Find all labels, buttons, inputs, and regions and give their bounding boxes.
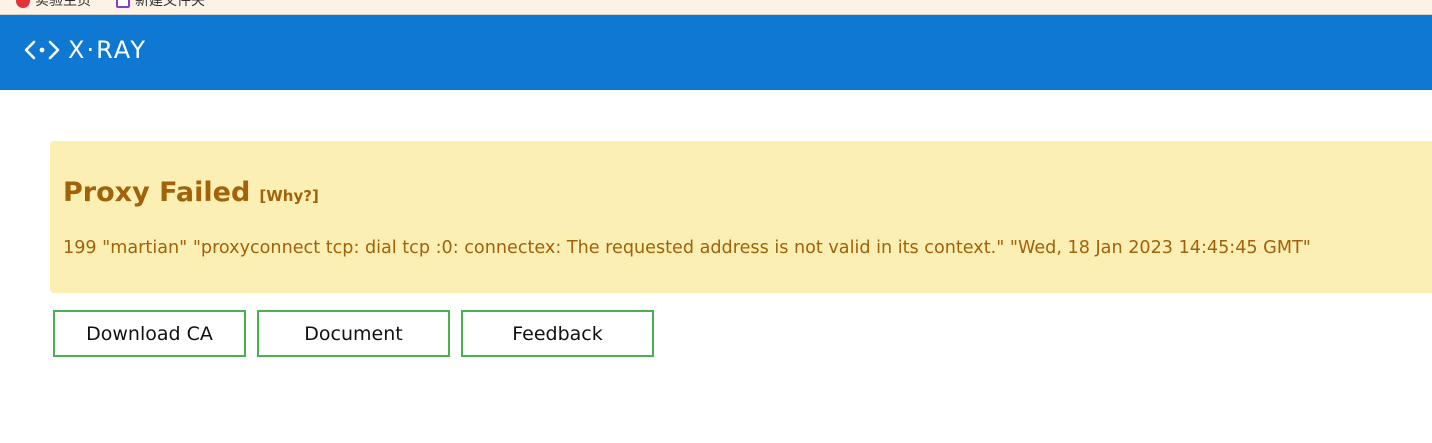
action-buttons: Download CA Document Feedback bbox=[53, 310, 654, 357]
bookmark-item-2[interactable]: 新建文件夹 bbox=[116, 0, 205, 10]
feedback-button[interactable]: Feedback bbox=[461, 310, 654, 357]
purple-folder-icon bbox=[116, 0, 130, 8]
bookmark-label-1: 实验主页 bbox=[35, 0, 91, 9]
alert-message: 199 "martian" "proxyconnect tcp: dial tc… bbox=[63, 238, 1311, 258]
bookmarks-bar: 实验主页 新建文件夹 bbox=[0, 0, 1432, 15]
xray-logo[interactable]: X·RAY bbox=[24, 35, 147, 65]
why-link[interactable]: [Why?] bbox=[259, 187, 318, 205]
red-circle-icon bbox=[16, 0, 30, 8]
code-brackets-icon bbox=[24, 40, 60, 60]
bookmark-label-2: 新建文件夹 bbox=[135, 0, 205, 9]
logo-text: X·RAY bbox=[68, 36, 147, 64]
alert-title-row: Proxy Failed [Why?] bbox=[63, 177, 319, 208]
download-ca-button[interactable]: Download CA bbox=[53, 310, 246, 357]
document-button[interactable]: Document bbox=[257, 310, 450, 357]
alert-title: Proxy Failed bbox=[63, 177, 251, 208]
proxy-error-alert: Proxy Failed [Why?] 199 "martian" "proxy… bbox=[50, 141, 1432, 293]
app-header: X·RAY bbox=[0, 15, 1432, 90]
bookmark-item-1[interactable]: 实验主页 bbox=[16, 0, 91, 10]
